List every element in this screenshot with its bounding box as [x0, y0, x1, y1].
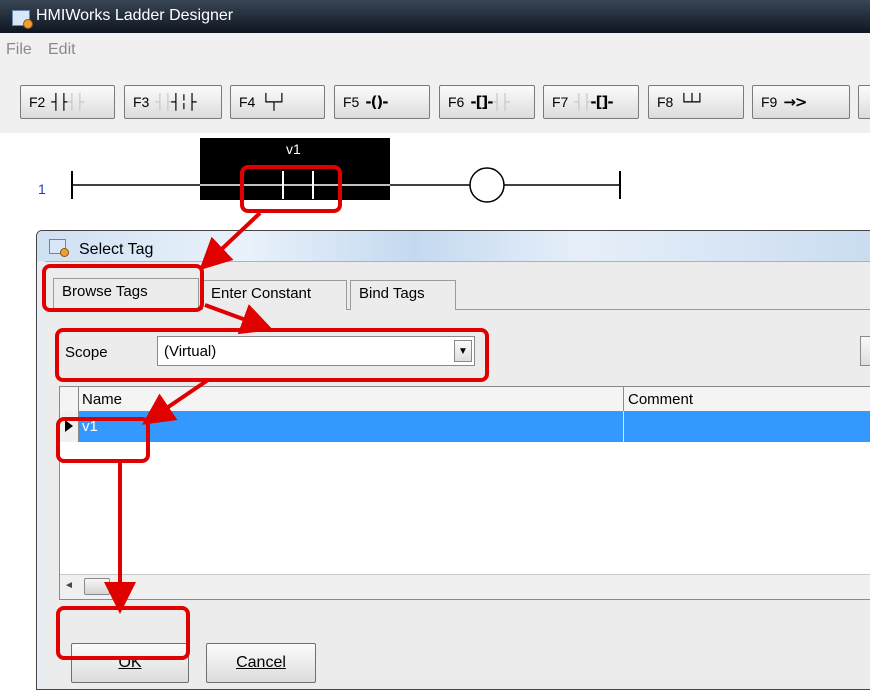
arrow-contact-to-tab	[199, 211, 262, 271]
annotation-overlay	[42, 165, 489, 660]
highlight-scope	[55, 328, 489, 382]
arrow-tab-to-scope	[204, 303, 274, 335]
arrow-scope-to-row	[142, 378, 210, 425]
highlight-v1-row	[56, 417, 150, 463]
highlight-ok-button	[56, 606, 190, 660]
highlight-browse-tab	[42, 264, 204, 312]
highlight-contact	[240, 165, 342, 213]
